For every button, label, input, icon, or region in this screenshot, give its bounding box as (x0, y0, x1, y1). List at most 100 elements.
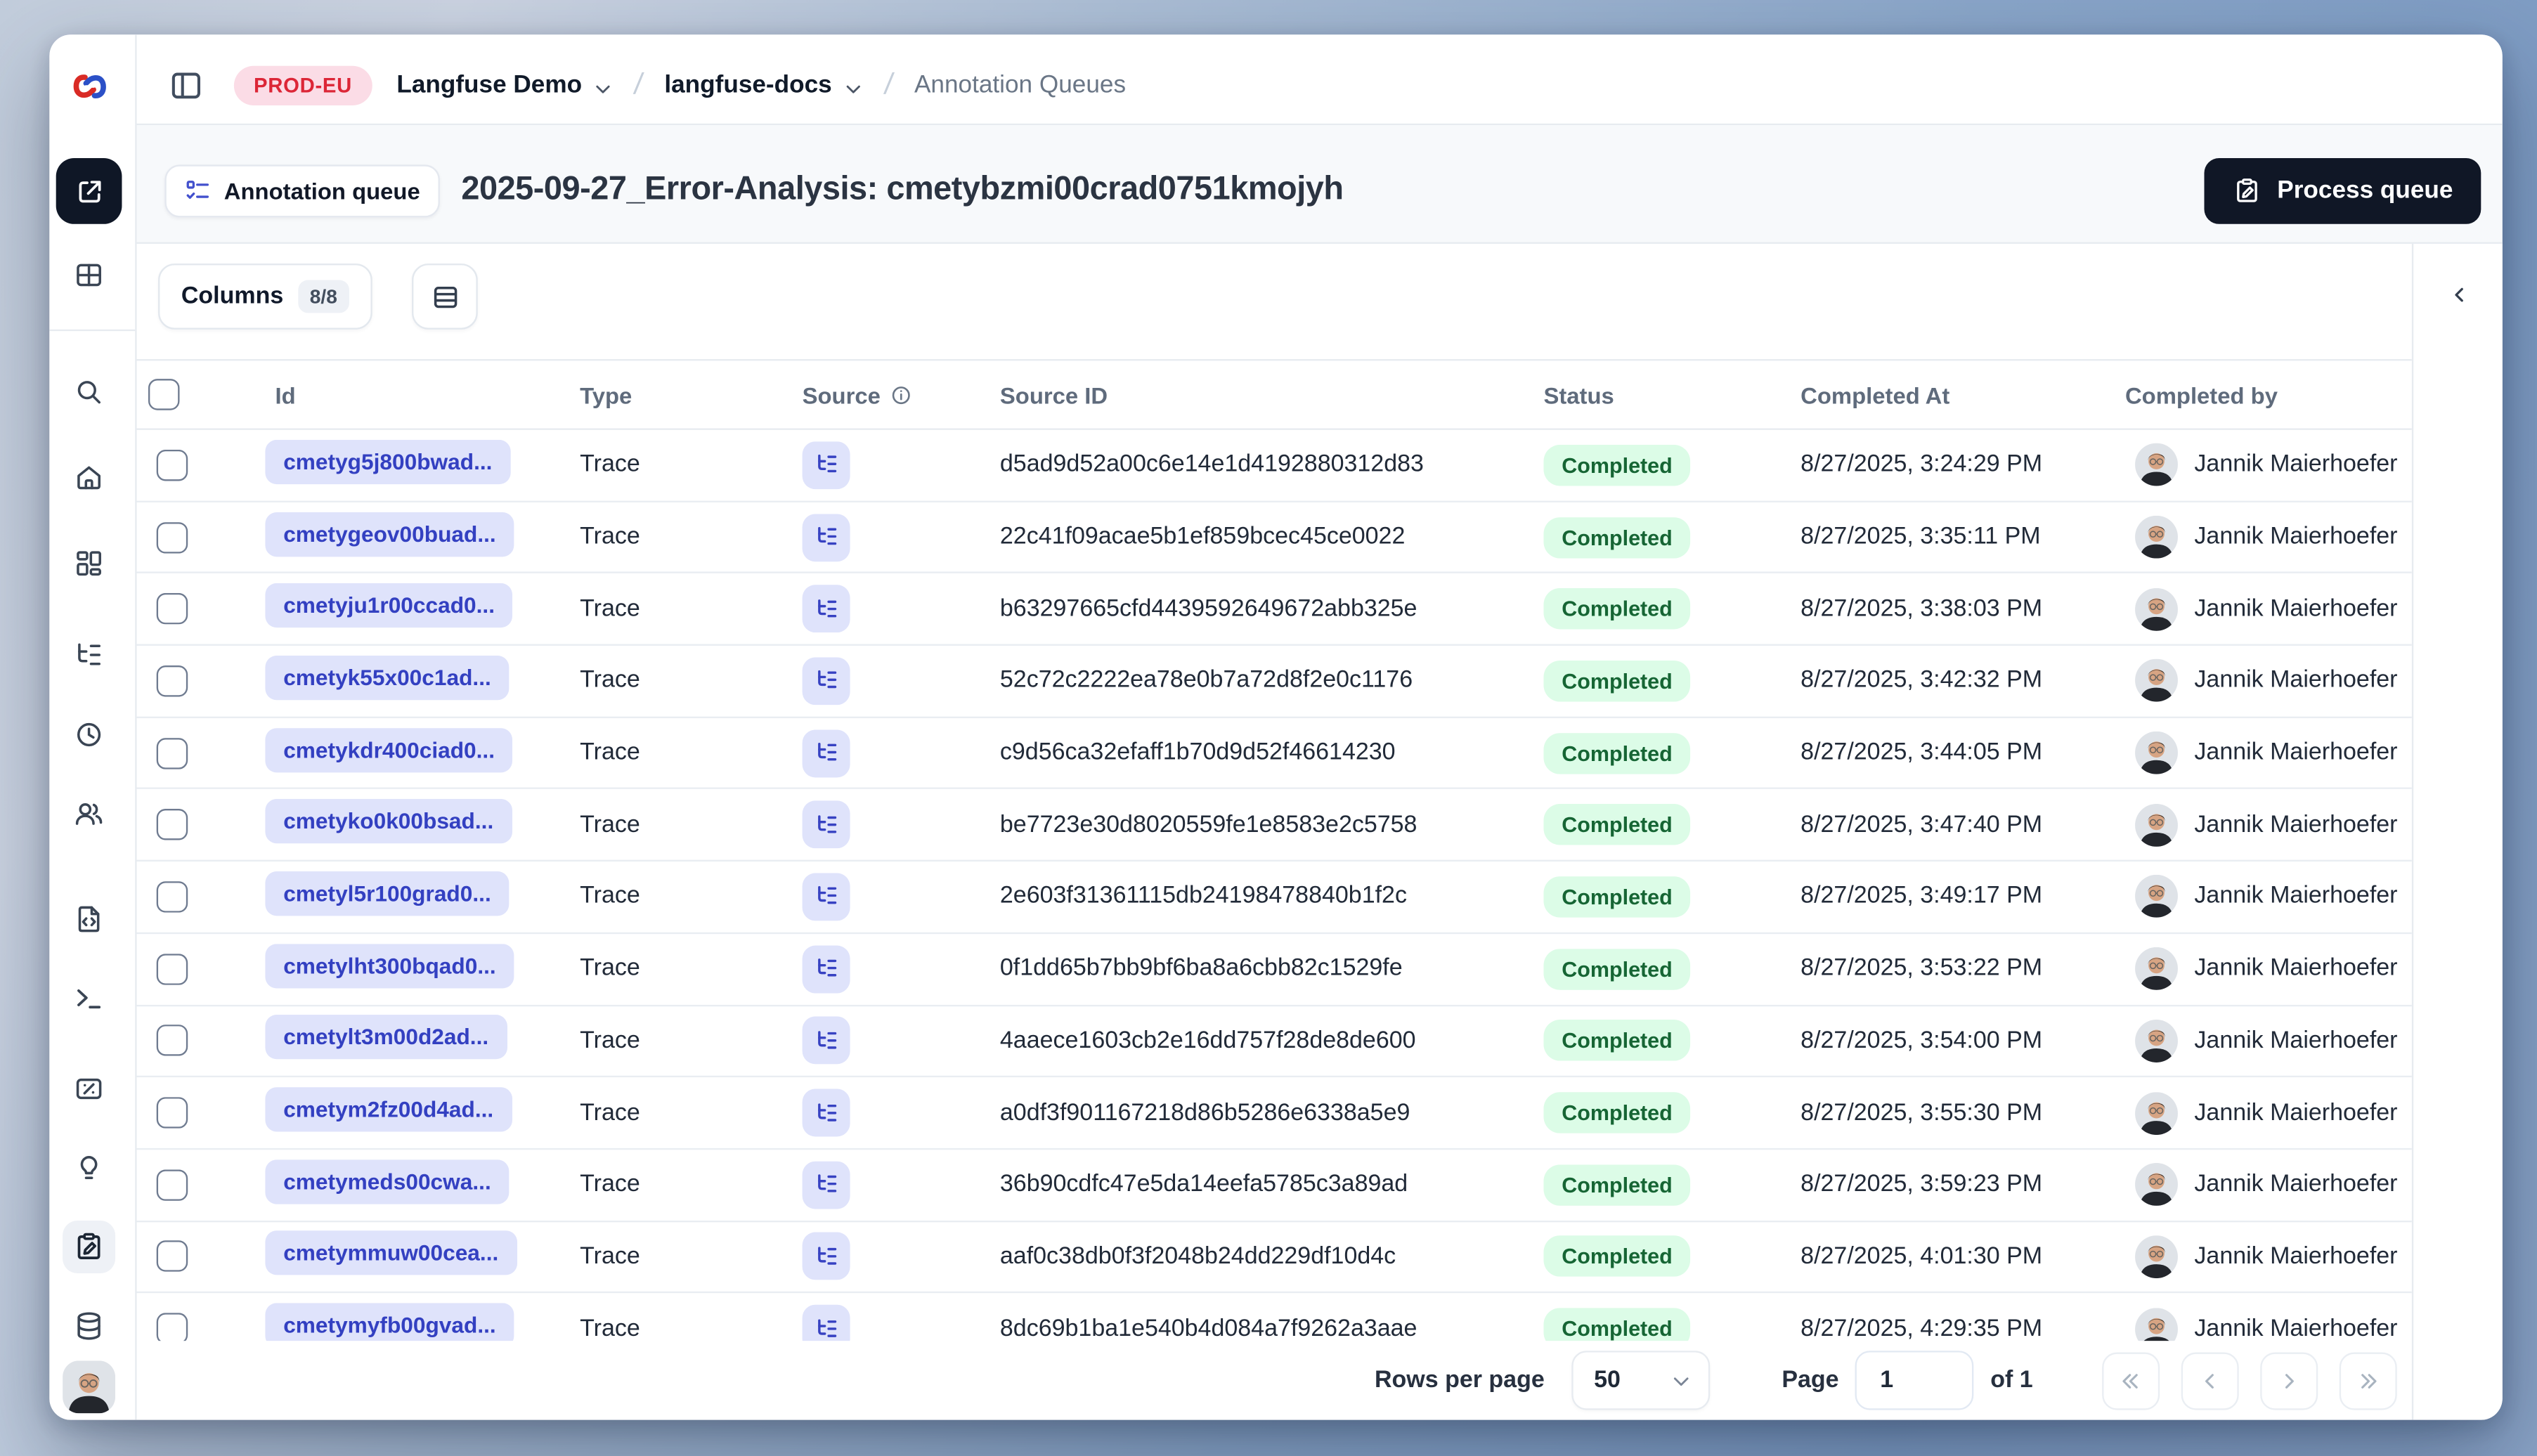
page-of-label: of 1 (1990, 1367, 2033, 1394)
sidebar-item-prompts[interactable] (72, 903, 105, 936)
row-checkbox[interactable] (156, 737, 188, 769)
sidebar-item-datasets[interactable] (72, 1310, 105, 1343)
environment-badge: PROD-EU (233, 65, 372, 105)
avatar-photo (2135, 732, 2178, 774)
row-source-icon[interactable] (802, 800, 850, 849)
row-id-badge[interactable]: cmetylht300bqad0... (265, 943, 514, 988)
rows-per-page-select[interactable]: 50 (1571, 1351, 1710, 1410)
row-checkbox[interactable] (156, 665, 188, 697)
avatar (2135, 659, 2178, 703)
row-checkbox[interactable] (156, 1169, 188, 1201)
row-source-icon[interactable] (802, 944, 850, 993)
trace-source-tree-icon (817, 1174, 836, 1193)
sidebar-item-home[interactable] (72, 461, 105, 494)
row-type: Trace (580, 1171, 640, 1198)
breadcrumb-org[interactable]: Langfuse Demo (396, 71, 582, 99)
row-source-id: 4aaece1603cb2e16dd757f28de8de600 (999, 1027, 1416, 1054)
row-id-badge[interactable]: cmetyg5j800bwad... (265, 439, 511, 484)
search-icon (77, 381, 100, 404)
table-row[interactable]: cmetyl5r100grad0... Trace 2e603f31361115db… (135, 862, 2412, 934)
sidebar-item-insights[interactable] (72, 1152, 105, 1185)
table-row[interactable]: cmetyg5j800bwad... Trace d5ad9d52a00c6e14e… (135, 430, 2412, 502)
row-completed-at: 8/27/2025, 3:54:00 PM (1800, 1027, 2043, 1054)
row-checkbox[interactable] (156, 809, 188, 841)
row-source-icon[interactable] (802, 1160, 850, 1209)
row-id-badge[interactable]: cmetyko0k00bsad... (265, 799, 512, 844)
row-id-badge[interactable]: cmetymeds00cwa... (265, 1159, 510, 1204)
table-row[interactable]: cmetymmuw00cea... Trace aaf0c38db0f3f2048b… (135, 1221, 2412, 1294)
row-id-badge[interactable]: cmetyl5r100grad0... (265, 871, 510, 916)
table-row[interactable]: cmetyju1r00ccad0... Trace b63297665cfd4439… (135, 574, 2412, 646)
row-source-id: 22c41f09acae5b1ef859bcec45ce0022 (999, 524, 1406, 551)
sidebar-item-dashboards[interactable] (72, 547, 105, 580)
row-checkbox[interactable] (156, 593, 188, 625)
row-id-badge[interactable]: cmetymmuw00cea... (265, 1231, 517, 1276)
column-header-completed-at: Completed At (1800, 381, 1950, 408)
row-status-badge: Completed (1543, 588, 1691, 630)
collapse-panel-button[interactable] (2437, 273, 2480, 316)
first-page-button[interactable] (2102, 1351, 2160, 1410)
row-type: Trace (580, 452, 640, 479)
last-page-button[interactable] (2339, 1351, 2397, 1410)
sidebar-item-playground[interactable] (72, 982, 105, 1015)
avatar-photo (2135, 515, 2178, 559)
table-row[interactable]: cmetyko0k00bsad... Trace be7723e30d8020559… (135, 790, 2412, 862)
row-checkbox[interactable] (156, 1313, 188, 1345)
row-id-badge[interactable]: cmetygeov00buad... (265, 511, 514, 557)
avatar (2135, 732, 2178, 774)
process-queue-button[interactable]: Process queue (2205, 157, 2481, 223)
row-source-icon[interactable] (802, 1017, 850, 1065)
sidebar-item-users[interactable] (72, 798, 105, 831)
row-checkbox[interactable] (156, 449, 188, 481)
table-row[interactable]: cmetyk55x00c1ad... Trace 52c72c2222ea78e0b… (135, 646, 2412, 718)
sidebar-item-evaluation[interactable] (72, 1072, 105, 1105)
sidebar-item-table-view[interactable] (72, 259, 105, 292)
sidebar-item-search[interactable] (72, 375, 105, 408)
row-source-icon[interactable] (802, 657, 850, 706)
table-row[interactable]: cmetym2fz00d4ad... Trace a0df3f901167218d8… (135, 1078, 2412, 1150)
sidebar-item-annotation-queues[interactable] (63, 1221, 116, 1274)
table-row[interactable]: cmetylt3m00d2ad... Trace 4aaece1603cb2e16d… (135, 1006, 2412, 1078)
table-row[interactable]: cmetygeov00buad... Trace 22c41f09acae5b1ef… (135, 502, 2412, 574)
select-all-checkbox[interactable] (148, 379, 180, 410)
row-source-icon[interactable] (802, 1233, 850, 1281)
row-source-icon[interactable] (802, 441, 850, 489)
previous-page-button[interactable] (2181, 1351, 2239, 1410)
row-id-badge[interactable]: cmetykdr400ciad0... (265, 727, 513, 772)
langfuse-logo-icon[interactable] (71, 67, 109, 105)
row-checkbox[interactable] (156, 881, 188, 913)
row-source-icon[interactable] (802, 585, 850, 633)
page-number-input[interactable] (1855, 1351, 1974, 1410)
row-checkbox[interactable] (156, 1097, 188, 1129)
row-checkbox[interactable] (156, 1241, 188, 1273)
columns-button[interactable]: Columns 8/8 (158, 264, 372, 330)
row-id-badge[interactable]: cmetylt3m00d2ad... (265, 1015, 507, 1060)
row-id-badge[interactable]: cmetym2fz00d4ad... (265, 1087, 512, 1132)
table-row[interactable]: cmetymeds00cwa... Trace 36b90cdfc47e5da14e… (135, 1150, 2412, 1222)
sidebar-item-sessions[interactable] (72, 718, 105, 751)
row-id-badge[interactable]: cmetyk55x00c1ad... (265, 655, 510, 701)
row-source-icon[interactable] (802, 1088, 850, 1137)
row-source-icon[interactable] (802, 513, 850, 561)
table-row[interactable]: cmetylht300bqad0... Trace 0f1dd65b7bb9bf6b… (135, 934, 2412, 1006)
open-external-button[interactable] (56, 158, 122, 224)
row-height-button[interactable] (412, 264, 478, 330)
user-avatar[interactable] (63, 1360, 116, 1414)
row-source-icon[interactable] (802, 873, 850, 921)
sidebar-toggle-button[interactable] (168, 67, 205, 103)
row-checkbox[interactable] (156, 953, 188, 985)
row-checkbox[interactable] (156, 521, 188, 553)
avatar (2135, 875, 2178, 918)
breadcrumb-project[interactable]: langfuse-docs (664, 71, 831, 99)
row-status-badge: Completed (1543, 1236, 1691, 1278)
info-icon[interactable] (890, 384, 914, 407)
row-checkbox[interactable] (156, 1025, 188, 1057)
next-page-button[interactable] (2260, 1351, 2318, 1410)
row-id-badge[interactable]: cmetyju1r00ccad0... (265, 583, 513, 628)
row-source-icon[interactable] (802, 729, 850, 777)
chevron-down-icon[interactable] (843, 77, 863, 96)
sidebar-item-tracing[interactable] (72, 639, 105, 672)
column-header-status: Status (1543, 381, 1614, 408)
chevron-down-icon[interactable] (594, 77, 614, 96)
table-row[interactable]: cmetykdr400ciad0... Trace c9d56ca32efaff1b… (135, 717, 2412, 790)
